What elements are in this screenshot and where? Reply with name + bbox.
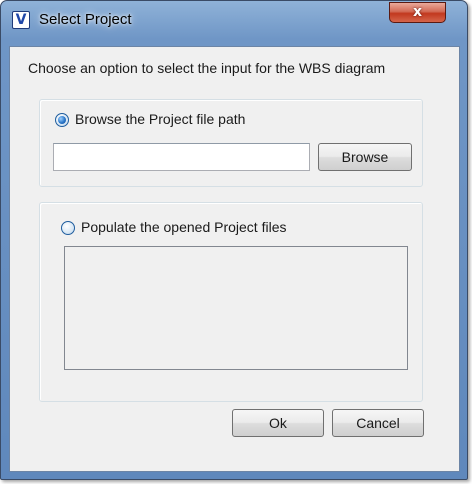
project-path-input[interactable] [53,143,310,171]
ok-button[interactable]: Ok [232,409,324,437]
app-v-icon: V [12,11,30,29]
browse-group: Browse the Project file path Browse [39,99,423,187]
browse-radio[interactable] [55,113,69,127]
dialog-prompt: Choose an option to select the input for… [28,60,386,76]
cancel-button[interactable]: Cancel [332,409,424,437]
dialog-body: Choose an option to select the input for… [9,46,460,472]
opened-project-files-list[interactable] [64,246,408,370]
close-button[interactable]: x [389,2,446,23]
close-icon: x [412,4,423,20]
select-project-window: V Select Project x Choose an option to s… [0,0,468,480]
populate-group: Populate the opened Project files [39,202,423,402]
populate-radio[interactable] [61,221,75,235]
browse-button[interactable]: Browse [318,143,412,171]
window-title: Select Project [39,11,132,28]
browse-radio-label[interactable]: Browse the Project file path [75,111,245,127]
title-bar[interactable]: V Select Project x [1,1,467,35]
populate-radio-label[interactable]: Populate the opened Project files [81,219,286,235]
